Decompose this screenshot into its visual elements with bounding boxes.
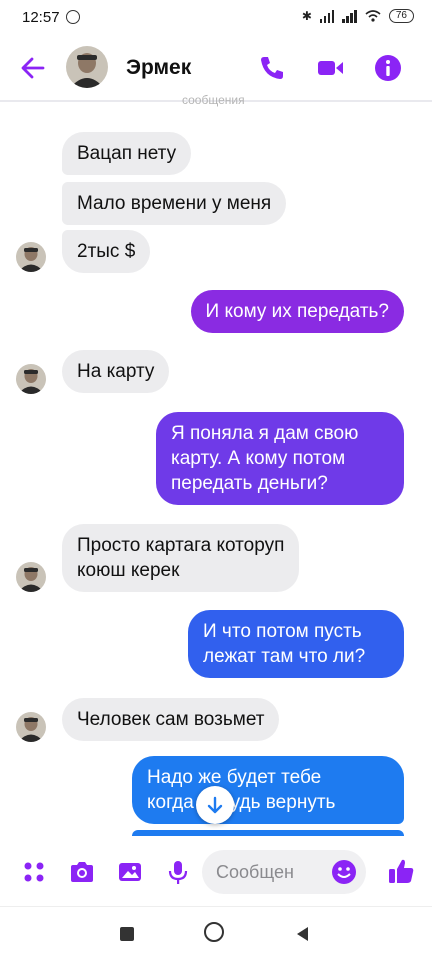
message-incoming[interactable]: Вацап нету <box>62 132 192 175</box>
composer-bar: Сообщен <box>0 836 432 906</box>
message-line: Я поняла я дам свою <box>171 423 359 444</box>
message-line: когда нибудь вернуть <box>147 792 336 813</box>
bluetooth-icon: ✱ <box>301 9 312 23</box>
message-line: лежат там что ли? <box>203 646 366 667</box>
nav-back-icon[interactable] <box>294 925 310 943</box>
status-bar: 12:57 ✱ 76 <box>0 0 432 36</box>
nav-square-icon[interactable] <box>120 927 134 941</box>
avatar <box>16 712 46 742</box>
message-incoming[interactable]: Мало времени у меня <box>62 182 287 225</box>
phone-icon[interactable] <box>256 52 288 84</box>
camera-icon[interactable] <box>68 858 96 886</box>
thumbs-up-icon[interactable] <box>386 856 416 886</box>
chat-header: Эрмек <box>0 36 432 100</box>
back-arrow-icon[interactable] <box>18 53 48 83</box>
signal-icon-2 <box>342 9 357 23</box>
message-line: коюш керек <box>77 560 180 581</box>
message-input[interactable]: Сообщен <box>202 850 366 894</box>
message-outgoing[interactable]: И что потом пусть лежат там что ли? <box>188 610 404 678</box>
message-line: карту. А кому потом <box>171 448 346 469</box>
message-input-placeholder: Сообщен <box>216 862 294 882</box>
emoji-icon[interactable] <box>330 858 358 886</box>
wifi-icon <box>365 10 381 22</box>
signal-icon <box>319 9 335 23</box>
message-line: Надо же будет тебе <box>147 767 322 788</box>
battery-indicator: 76 <box>388 9 414 23</box>
system-nav-bar <box>0 906 432 961</box>
cut-off-text: сообщения <box>182 93 245 107</box>
avatar <box>16 562 46 592</box>
message-incoming[interactable]: Человек сам возьмет <box>62 698 280 741</box>
scroll-down-button[interactable] <box>196 786 234 824</box>
message-outgoing[interactable]: Надо же будет тебе когда нибудь вернуть <box>132 756 404 824</box>
alarm-icon <box>66 10 80 24</box>
message-outgoing[interactable]: Я поняла я дам свою карту. А кому потом … <box>156 412 404 505</box>
info-icon[interactable] <box>372 52 404 84</box>
avatar[interactable] <box>66 46 108 88</box>
scroll-down-icon <box>207 796 223 814</box>
message-incoming[interactable]: Просто картага которуп коюш керек <box>62 524 300 592</box>
message-incoming[interactable]: На карту <box>62 350 170 393</box>
video-icon[interactable] <box>314 52 346 84</box>
avatar <box>16 242 46 272</box>
apps-icon[interactable] <box>20 858 48 886</box>
avatar <box>16 364 46 394</box>
contact-name[interactable]: Эрмек <box>126 56 191 80</box>
message-line: передать деньги? <box>171 473 328 494</box>
message-line: Просто картага которуп <box>77 535 285 556</box>
microphone-icon[interactable] <box>164 858 192 886</box>
status-time: 12:57 <box>22 9 60 26</box>
gallery-icon[interactable] <box>116 858 144 886</box>
message-incoming[interactable]: 2тыс $ <box>62 230 151 273</box>
nav-home-icon[interactable] <box>204 922 224 942</box>
message-outgoing[interactable]: И кому их передать? <box>190 290 404 333</box>
message-line: И что потом пусть <box>203 621 362 642</box>
